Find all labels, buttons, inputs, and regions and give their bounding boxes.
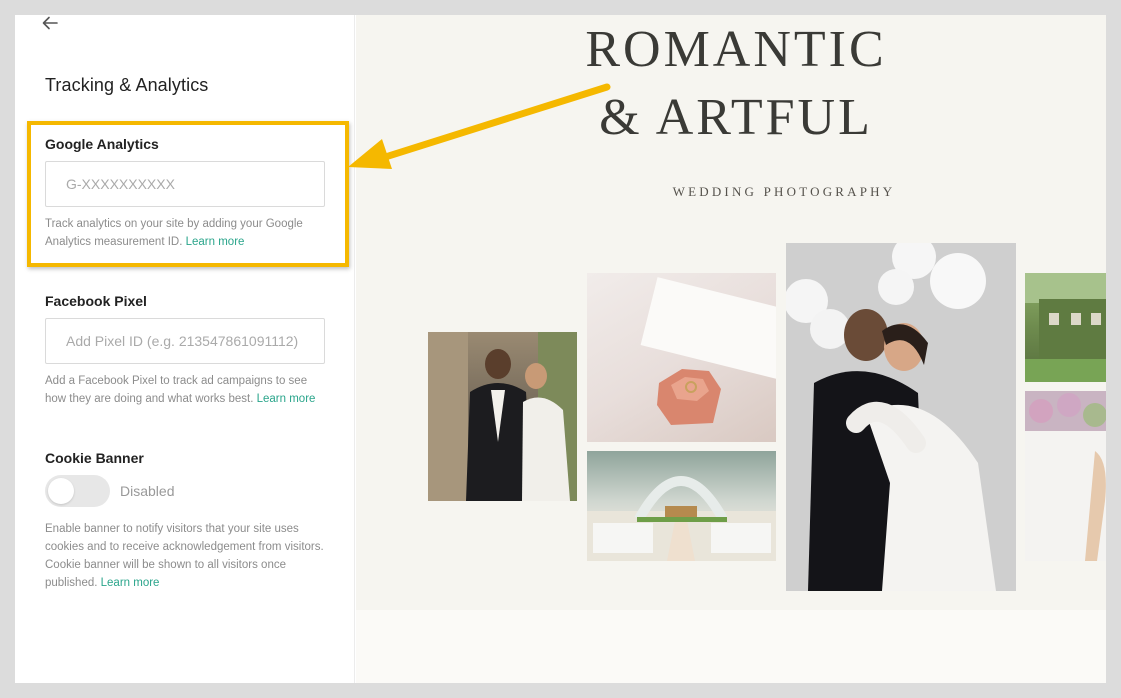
google-analytics-learn-more-link[interactable]: Learn more: [186, 236, 245, 248]
main-couple-image: [786, 243, 1016, 591]
arrow-annotation-icon: [348, 83, 611, 169]
arrow-left-icon: [42, 16, 58, 30]
toggle-knob: [48, 478, 74, 504]
gallery-photo: [1025, 391, 1106, 561]
facebook-pixel-input[interactable]: [45, 318, 325, 364]
ring-box-image: [640, 277, 776, 425]
settings-panel: Tracking & Analytics Google Analytics Tr…: [15, 15, 355, 683]
cookie-banner-label: Cookie Banner: [45, 450, 144, 466]
google-analytics-label: Google Analytics: [45, 136, 159, 152]
hero-subtitle: WEDDING PHOTOGRAPHY: [672, 184, 896, 199]
google-analytics-help: Track analytics on your site by adding y…: [45, 215, 327, 251]
facebook-pixel-help: Add a Facebook Pixel to track ad campaig…: [45, 372, 327, 408]
floral-arch-image: [1025, 391, 1106, 561]
facebook-pixel-label: Facebook Pixel: [45, 293, 147, 309]
cookie-banner-section: Cookie Banner Disabled Enable banner to …: [45, 450, 327, 592]
app-window: Tracking & Analytics Google Analytics Tr…: [15, 15, 1106, 683]
google-analytics-help-text: Track analytics on your site by adding y…: [45, 218, 303, 248]
gallery-photo: [1025, 273, 1106, 382]
back-button[interactable]: [41, 15, 61, 31]
preview-lower-band: [356, 610, 1106, 683]
cookie-banner-help-text: Enable banner to notify visitors that yo…: [45, 523, 324, 589]
facebook-pixel-learn-more-link[interactable]: Learn more: [257, 393, 316, 405]
cookie-banner-toggle-row: Disabled: [45, 475, 327, 507]
cookie-banner-help: Enable banner to notify visitors that yo…: [45, 520, 327, 592]
couple-photo-image: [428, 332, 577, 501]
hero-title-line1: ROMANTIC: [585, 21, 887, 78]
ceremony-aisle-image: [587, 476, 776, 561]
panel-title: Tracking & Analytics: [45, 75, 209, 95]
manor-house-image: [1025, 273, 1106, 382]
gallery-photo: [428, 332, 577, 501]
facebook-pixel-section: Facebook Pixel Add a Facebook Pixel to t…: [45, 293, 327, 408]
gallery-photo: [786, 243, 1016, 591]
hero-title-line2: & ARTFUL: [599, 89, 873, 146]
gallery-photo: [587, 451, 776, 561]
cookie-banner-toggle[interactable]: [45, 475, 110, 507]
google-analytics-section: Google Analytics Track analytics on your…: [45, 136, 327, 251]
cookie-banner-state: Disabled: [120, 483, 175, 499]
cookie-banner-learn-more-link[interactable]: Learn more: [101, 577, 160, 589]
gallery-photo: [587, 273, 776, 442]
google-analytics-input[interactable]: [45, 161, 325, 207]
